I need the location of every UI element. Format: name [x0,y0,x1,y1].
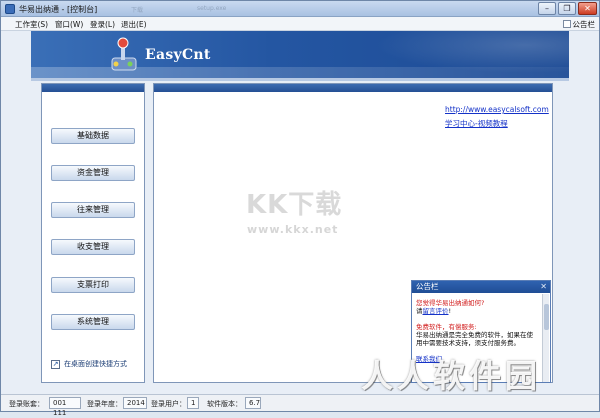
menu-login[interactable]: 登录(L) [90,19,115,30]
watermark-logo: KK下载 [246,190,343,220]
notice-rate-line: 请留言评价! [416,307,452,315]
notice-toggle-label: 公告栏 [572,19,596,29]
close-button[interactable]: ✕ [578,2,597,15]
watermark-url: www.kkx.net [247,223,339,236]
brand-name: EasyCnt [145,47,211,63]
create-shortcut-link[interactable]: ↗ 在桌面创建快捷方式 [51,359,127,369]
menu-workspace[interactable]: 工作室(S) [15,19,48,30]
app-icon [5,4,15,14]
nav-check-print-button[interactable]: 支票打印 [51,277,135,293]
notice-scrollbar[interactable] [542,294,549,382]
nav-panel-header [42,84,144,92]
title-bar[interactable]: 华易出纳通 - [控制台] 下载 setup.exe – ❐ ✕ [1,1,599,17]
close-icon[interactable]: ✕ [540,281,547,293]
minimize-button[interactable]: – [538,2,556,15]
notice-free-text: 华易出纳通是完全免费的软件，如果在使用中需要技术支持，须支付服务费。 [416,331,533,347]
shortcut-arrow-icon: ↗ [51,359,60,369]
notice-toggle[interactable]: 公告栏 [562,18,596,30]
notice-scroll-thumb[interactable] [544,304,549,330]
menu-exit[interactable]: 退出(E) [121,19,147,30]
banner-divider [31,78,569,81]
nav-funds-button[interactable]: 资金管理 [51,165,135,181]
menu-window[interactable]: 窗口(W) [55,19,83,30]
nav-accounts-button[interactable]: 往来管理 [51,202,135,218]
nav-basic-data-button[interactable]: 基础数据 [51,128,135,144]
status-year-label: 登录年度： [87,400,122,408]
header-banner: EasyCnt [31,31,569,78]
video-tutorial-link[interactable]: 学习中心-视频教程 [445,118,508,129]
watermark-large: 人人软件园 [361,357,542,395]
status-version-label: 软件版本： [207,400,242,408]
notice-free-heading: 免费软件，有偿服务: [416,323,477,331]
menu-bar: 工作室(S) 窗口(W) 登录(L) 退出(E) 公告栏 [1,17,599,31]
nav-panel: 基础数据 资金管理 往来管理 收支管理 支票打印 系统管理 ↗ 在桌面创建快捷方… [41,83,145,383]
rate-link[interactable]: 留言评价 [423,307,449,315]
notice-question: 您觉得华易出纳通如何? [416,299,485,307]
background-tab-label: 下载 [131,7,144,14]
notice-checkbox[interactable] [562,20,571,28]
background-tab-label: setup.exe [197,5,227,12]
website-link[interactable]: http://www.easycalsoft.com [445,105,549,114]
joystick-logo-icon [111,37,137,71]
status-year-value: 2014 [123,397,147,409]
window-title: 华易出纳通 - [控制台] [19,5,98,14]
status-account-value: 001 111 [49,397,81,417]
status-account-label: 登录账套： [9,400,44,408]
main-panel-header [154,84,552,92]
notice-header: 公告栏 ✕ [412,281,550,293]
status-bar: 登录账套： 001 111 登录年度： 2014 登录用户： 1 软件版本： 6… [1,394,599,417]
status-user-value: 1 [187,397,199,409]
nav-system-button[interactable]: 系统管理 [51,314,135,330]
nav-income-expense-button[interactable]: 收支管理 [51,239,135,255]
notice-title: 公告栏 [416,282,439,291]
create-shortcut-label: 在桌面创建快捷方式 [64,360,127,368]
status-version-value: 6.7 [245,397,261,409]
app-window: 华易出纳通 - [控制台] 下载 setup.exe – ❐ ✕ 工作室(S) … [0,0,600,417]
restore-button[interactable]: ❐ [558,2,576,15]
status-user-label: 登录用户： [151,400,186,408]
